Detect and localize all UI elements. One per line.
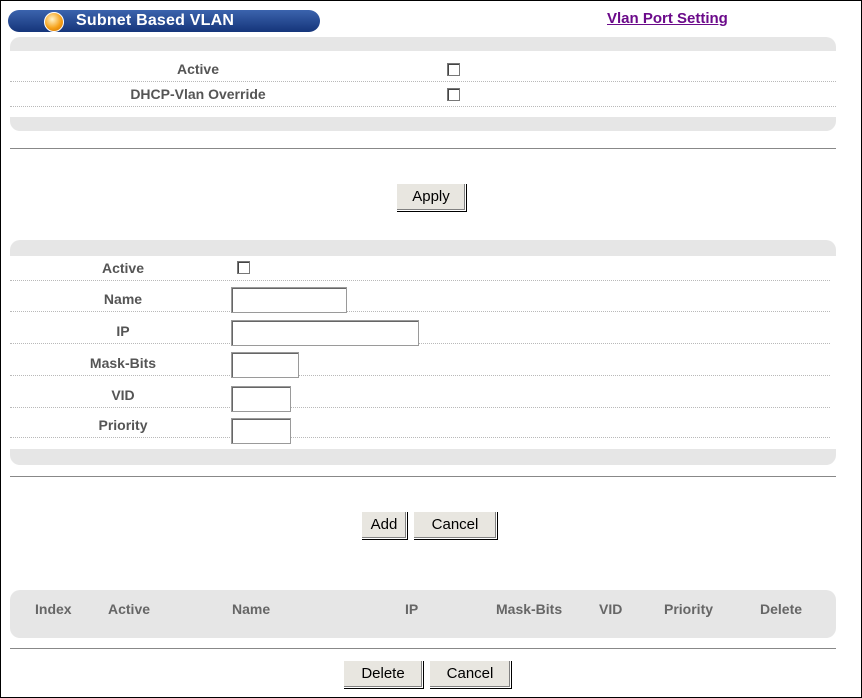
col-header-mask-bits: Mask-Bits — [496, 601, 563, 617]
col-header-priority: Priority — [664, 601, 714, 617]
vid-input[interactable] — [231, 386, 291, 412]
entry-mask-label: Mask-Bits — [89, 355, 157, 371]
apply-button[interactable]: Apply — [396, 183, 466, 211]
entry-ip-label: IP — [116, 323, 130, 339]
mask-bits-input[interactable] — [231, 352, 299, 378]
add-button[interactable]: Add — [361, 511, 407, 539]
entry-priority-label: Priority — [98, 417, 148, 433]
col-header-index: Index — [35, 601, 72, 617]
entry-name-row: Name — [10, 287, 830, 312]
ip-input[interactable] — [231, 320, 419, 346]
dhcp-override-label: DHCP-Vlan Override — [130, 86, 266, 102]
entry-priority-row: Priority — [10, 413, 830, 438]
col-header-name: Name — [232, 601, 271, 617]
delete-button[interactable]: Delete — [343, 660, 423, 688]
entry-mask-row: Mask-Bits — [10, 351, 830, 376]
vlan-port-setting-link[interactable]: Vlan Port Setting — [607, 10, 728, 27]
col-header-vid: VID — [599, 601, 623, 617]
global-active-checkbox[interactable] — [447, 63, 460, 76]
entry-active-label: Active — [101, 260, 145, 276]
divider — [10, 476, 836, 477]
vlan-table: Index Active Name IP Mask-Bits VID Prior… — [10, 590, 836, 638]
col-header-ip: IP — [405, 601, 419, 617]
name-input[interactable] — [231, 287, 347, 313]
dhcp-override-checkbox[interactable] — [447, 88, 460, 101]
cancel-button[interactable]: Cancel — [413, 511, 497, 539]
priority-input[interactable] — [231, 418, 291, 444]
divider — [10, 648, 836, 649]
bullet-icon — [44, 12, 64, 32]
cancel-delete-button[interactable]: Cancel — [429, 660, 511, 688]
title-bar: Subnet Based VLAN — [8, 10, 320, 32]
divider — [10, 148, 836, 149]
entry-name-label: Name — [103, 291, 143, 307]
global-active-row: Active — [10, 57, 836, 82]
entry-ip-row: IP — [10, 319, 830, 344]
col-header-delete: Delete — [760, 601, 803, 617]
entry-active-row: Active — [10, 256, 830, 281]
entry-active-checkbox[interactable] — [237, 261, 250, 274]
entry-panel: Active Name IP Mask-Bits VID Priority — [10, 240, 836, 465]
page-title: Subnet Based VLAN — [76, 12, 235, 29]
entry-vid-label: VID — [111, 387, 135, 403]
global-settings-panel: Active DHCP-Vlan Override — [10, 37, 836, 131]
dhcp-override-row: DHCP-Vlan Override — [10, 82, 836, 107]
global-active-label: Active — [176, 61, 220, 77]
col-header-active: Active — [108, 601, 151, 617]
entry-vid-row: VID — [10, 383, 830, 408]
